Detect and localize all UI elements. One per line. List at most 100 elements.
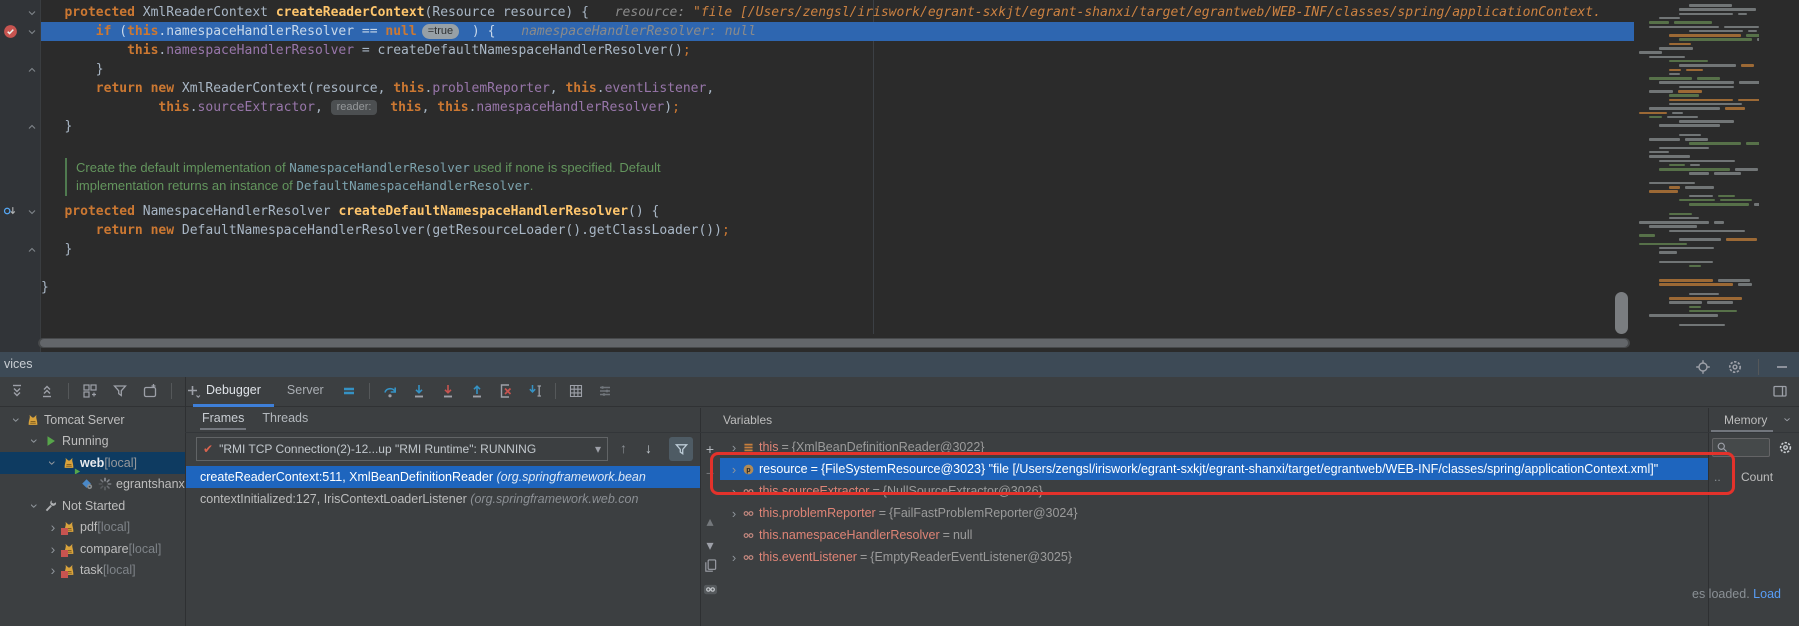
fold-up-icon[interactable] (26, 120, 42, 136)
chevron-icon[interactable]: › (44, 541, 62, 557)
services-tree[interactable]: ›Tomcat Server›Running›web [local]egrant… (0, 409, 185, 626)
services-tree-item-pdf[interactable]: ›pdf [local] (0, 517, 185, 539)
frame-up-button[interactable]: ↑ (620, 440, 627, 456)
chevron-icon[interactable]: › (726, 550, 742, 565)
equals-sign: = (872, 484, 879, 498)
minimap-line (1714, 172, 1741, 175)
force-step-into-icon[interactable] (437, 380, 459, 402)
services-tree-item-compare[interactable]: ›compare [local] (0, 538, 185, 560)
hide-icon[interactable] (1771, 356, 1793, 378)
editor-vertical-scrollbar[interactable] (1615, 292, 1628, 334)
services-tree-item-egrantshanxiweb[interactable]: egrantshanxiweb (0, 474, 185, 496)
tab-server[interactable]: Server (274, 377, 337, 407)
add-watch-button[interactable]: + (701, 440, 719, 458)
step-into-icon[interactable] (408, 380, 430, 402)
settings-icon[interactable] (1724, 356, 1746, 378)
variable-row-resource[interactable]: ›presource={FileSystemResource@3023} "fi… (720, 458, 1708, 480)
layout-settings-icon[interactable] (1769, 380, 1791, 402)
tab-debugger[interactable]: Debugger (193, 377, 274, 407)
running-badge-icon (74, 464, 81, 471)
load-classes-link[interactable]: Load (1753, 587, 1781, 601)
services-tree-item-running[interactable]: ›Running (0, 431, 185, 453)
locate-icon[interactable] (1692, 356, 1714, 378)
fold-up-icon[interactable] (26, 63, 42, 79)
remove-watch-button[interactable]: − (701, 464, 719, 482)
minimap-line (1649, 314, 1718, 317)
move-down-button[interactable]: ▾ (701, 536, 719, 554)
minimap-line (1649, 90, 1673, 93)
chevron-icon[interactable]: › (44, 562, 62, 578)
variable-row-this[interactable]: ›this={XmlBeanDefinitionReader@3022} (720, 436, 1708, 458)
variable-row-this-eventlistener[interactable]: ›this.eventListener={EmptyReaderEventLis… (720, 546, 1708, 568)
code-editor[interactable]: protected XmlReaderContext createReaderC… (0, 0, 1799, 352)
editor-horizontal-scrollbar[interactable] (38, 338, 1630, 348)
code-blank-line (41, 259, 1634, 278)
fold-up-icon[interactable] (26, 243, 42, 259)
minimap-line (1689, 265, 1701, 268)
view-breakpoints-icon[interactable] (565, 380, 587, 402)
hide-library-frames-toggle[interactable] (669, 437, 693, 461)
add-frame-icon[interactable] (139, 380, 161, 402)
variable-row-this-problemreporter[interactable]: ›this.problemReporter={FailFastProblemRe… (720, 502, 1708, 524)
chevron-icon[interactable]: › (9, 411, 25, 429)
services-tree-item-web[interactable]: ›web [local] (0, 452, 185, 474)
memory-panel-title: Memory (1724, 413, 1767, 427)
chevron-icon[interactable]: › (726, 462, 742, 477)
step-over-icon[interactable] (379, 380, 401, 402)
variable-row-this-sourceextractor[interactable]: ›this.sourceExtractor={NullSourceExtract… (720, 480, 1708, 502)
stopped-badge-icon (61, 528, 68, 535)
fold-down-icon[interactable] (26, 25, 42, 41)
overridden-method-marker-icon[interactable] (3, 204, 19, 220)
services-tree-item-tomcat-server[interactable]: ›Tomcat Server (0, 409, 185, 431)
memory-settings-icon[interactable] (1778, 440, 1793, 460)
breakpoint-verified-icon[interactable] (3, 24, 19, 40)
chevron-icon[interactable]: › (726, 484, 742, 499)
equals-sign: = (879, 506, 886, 520)
variables-tree[interactable]: ›this={XmlBeanDefinitionReader@3022}›pre… (720, 433, 1708, 626)
minimap-line (1725, 107, 1745, 110)
chevron-icon[interactable]: › (726, 440, 742, 455)
minimap-line (1659, 81, 1734, 84)
variable-name: resource (759, 462, 808, 476)
execution-point-icon[interactable] (338, 380, 360, 402)
chevron-icon[interactable]: › (45, 454, 61, 472)
duplicate-watch-button[interactable] (701, 556, 719, 574)
collapse-all-icon[interactable] (36, 380, 58, 402)
code-area[interactable]: protected XmlReaderContext createReaderC… (41, 3, 1634, 335)
run-to-cursor-icon[interactable] (524, 380, 546, 402)
fold-down-icon[interactable] (26, 205, 42, 221)
variable-row-this-namespacehandlerresolver[interactable]: this.namespaceHandlerResolver=null (720, 524, 1708, 546)
group-by-icon[interactable] (79, 380, 101, 402)
chevron-down-icon[interactable]: › (1781, 417, 1796, 421)
svg-text:p: p (746, 464, 751, 473)
minimap-line (1649, 26, 1719, 29)
tab-frames[interactable]: Frames (200, 411, 246, 430)
tab-threads[interactable]: Threads (260, 411, 310, 430)
services-tree-item-not-started[interactable]: ›Not Started (0, 495, 185, 517)
memory-search-input[interactable] (1712, 438, 1770, 457)
frame-row[interactable]: contextInitialized:127, IrisContextLoade… (186, 488, 700, 510)
fold-down-icon[interactable] (26, 6, 42, 22)
filter-icon[interactable] (109, 380, 131, 402)
frame-down-button[interactable]: ↓ (645, 440, 652, 456)
code-line: this.namespaceHandlerResolver = createDe… (41, 41, 1634, 60)
move-up-button[interactable]: ▴ (701, 512, 719, 530)
chevron-icon[interactable]: › (726, 506, 742, 521)
minimap-line (1689, 172, 1709, 175)
minimap-line (1741, 64, 1754, 67)
chevron-icon[interactable]: › (27, 497, 43, 515)
drop-frame-icon[interactable] (495, 380, 517, 402)
equals-sign: = (781, 440, 788, 454)
show-watches-button[interactable] (701, 580, 719, 598)
thread-selector-dropdown[interactable]: ✔ "RMI TCP Connection(2)-12...up "RMI Ru… (196, 437, 608, 461)
services-tree-item-task[interactable]: ›task [local] (0, 560, 185, 582)
expand-all-icon[interactable] (6, 380, 28, 402)
tomcat-stopped-icon (62, 542, 80, 556)
chevron-icon[interactable]: › (27, 432, 43, 450)
code-minimap[interactable] (1637, 2, 1759, 334)
frame-row[interactable]: createReaderContext:511, XmlBeanDefiniti… (186, 466, 700, 488)
layout-switcher-icon[interactable] (594, 380, 616, 402)
step-out-icon[interactable] (466, 380, 488, 402)
chevron-icon[interactable]: › (44, 519, 62, 535)
variable-field-icon (742, 485, 759, 498)
